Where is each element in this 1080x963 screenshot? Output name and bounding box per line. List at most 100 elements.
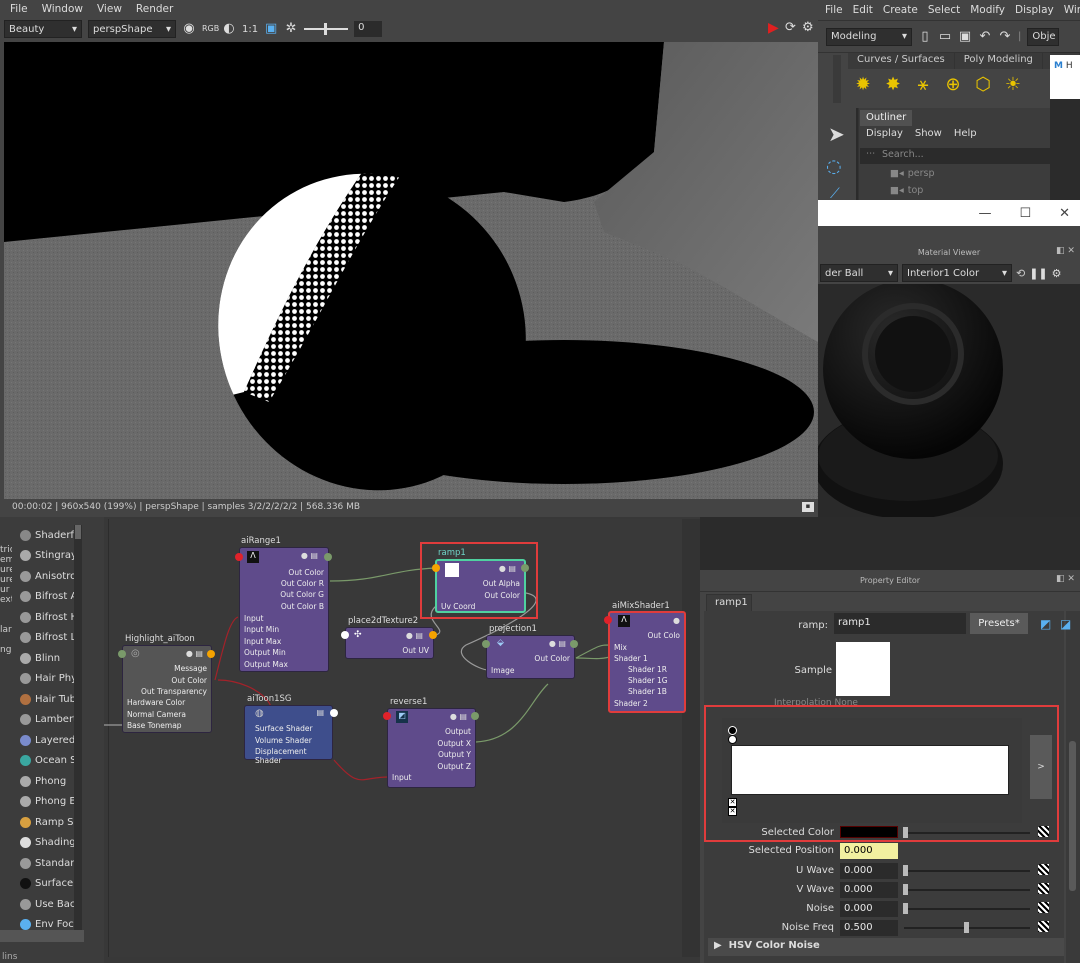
open-scene-icon[interactable]: ▭ <box>938 29 952 44</box>
shader-list-item[interactable]: Lambert <box>20 710 76 731</box>
node-input-dot[interactable] <box>383 712 391 720</box>
port-normal-camera[interactable]: Normal Camera <box>127 710 186 719</box>
map-button-icon[interactable] <box>1038 902 1049 913</box>
shader-list-item[interactable]: Bifrost A <box>20 587 76 608</box>
port-shader1g[interactable]: Shader 1G <box>628 676 668 685</box>
port-out-color-b[interactable]: Out Color B <box>281 602 324 611</box>
port-uv-coord[interactable]: Uv Coord <box>441 602 475 611</box>
port-input-min[interactable]: Input Min <box>244 625 279 634</box>
node-output-dot[interactable] <box>471 712 479 720</box>
exposure-slider[interactable] <box>304 23 349 35</box>
port-mix[interactable]: Mix <box>614 643 627 652</box>
port-out-color[interactable]: Out Color <box>484 591 520 600</box>
shader-list-item[interactable]: Layered <box>20 730 76 751</box>
node-input-dot[interactable] <box>604 616 612 624</box>
port-base-tonemap[interactable]: Base Tonemap <box>127 721 182 730</box>
settings-icon[interactable]: ⚙ <box>1052 267 1062 280</box>
port-message[interactable]: Message <box>174 664 207 673</box>
outliner-menu-help[interactable]: Help <box>954 128 977 139</box>
node-input-dot[interactable] <box>341 631 349 639</box>
port-out-color[interactable]: Out Color <box>171 676 207 685</box>
port-out-color-r[interactable]: Out Color R <box>281 579 324 588</box>
new-scene-icon[interactable]: ▯ <box>918 29 932 44</box>
noise-field[interactable]: 0.000 <box>840 901 898 917</box>
shader-list-item[interactable]: Phong E <box>20 792 76 813</box>
port-out-transparency[interactable]: Out Transparency <box>141 687 207 696</box>
node-input-dot[interactable] <box>235 553 243 561</box>
node-display-icons[interactable]: ● <box>673 616 680 625</box>
outliner-item-top[interactable]: ■◂ top <box>890 185 923 196</box>
ramp-name-field[interactable]: ramp1 <box>834 613 966 634</box>
crop-region-icon[interactable]: ▣ <box>264 22 278 36</box>
scrollbar-thumb[interactable] <box>75 525 81 539</box>
object-mode-dropdown[interactable]: Obje <box>1027 27 1060 46</box>
node-aimix[interactable]: Λ ● Out Colo Mix Shader 1 Shader 1R Shad… <box>608 611 686 713</box>
rgb-icon[interactable]: RGB <box>202 22 219 36</box>
node-editor-scrollbar[interactable] <box>682 519 700 957</box>
port-volume-shader[interactable]: Volume Shader <box>255 736 312 745</box>
redo-icon[interactable]: ↷ <box>998 29 1012 44</box>
node-display-icons[interactable]: ● ▤ <box>406 631 423 640</box>
port-shader1[interactable]: Shader 1 <box>614 654 648 663</box>
panel-float-close-icons[interactable]: ◧ ✕ <box>1056 246 1075 256</box>
port-out-alpha[interactable]: Out Alpha <box>483 579 520 588</box>
shader-list-item[interactable]: Bifrost H <box>20 607 76 628</box>
shader-list-item[interactable]: Blinn <box>20 648 76 669</box>
nurbs-cylinder-icon[interactable]: ☀ <box>1002 74 1024 96</box>
select-tool-icon[interactable]: ➤ <box>828 122 845 146</box>
category-label[interactable] <box>0 635 12 645</box>
aov-dropdown[interactable]: Beauty ▾ <box>4 20 82 38</box>
slider-handle[interactable] <box>903 827 908 838</box>
map-button-icon[interactable] <box>1038 883 1049 894</box>
port-out-uv[interactable]: Out UV <box>402 646 429 655</box>
lasso-tool-icon[interactable]: ◌ <box>826 156 842 177</box>
node-display-icons[interactable]: ● ▤ <box>301 551 318 560</box>
node-display-icons[interactable]: ● ▤ <box>549 639 566 648</box>
port-output-max[interactable]: Output Max <box>244 660 288 669</box>
maximize-icon[interactable]: ☐ <box>1019 206 1031 221</box>
port-out-color[interactable]: Out Color <box>288 568 324 577</box>
node-display-icons[interactable]: ▤ <box>316 708 324 717</box>
node-output-dot[interactable] <box>330 709 338 717</box>
nurbs-globe-icon[interactable]: ⊕ <box>942 74 964 96</box>
category-label[interactable]: lar <box>0 625 12 635</box>
shader-list-item[interactable]: Shaderf <box>20 525 76 546</box>
port-output-y[interactable]: Output Y <box>438 750 471 759</box>
v-wave-slider[interactable] <box>904 889 1030 891</box>
node-input-dot[interactable] <box>118 650 126 658</box>
shader-list-item[interactable]: Phong <box>20 771 76 792</box>
selected-color-swatch[interactable] <box>840 826 898 838</box>
category-label[interactable] <box>0 605 12 615</box>
snapshot-icon[interactable]: ▪ <box>802 502 814 512</box>
shader-list-item[interactable]: Ramp S <box>20 812 76 833</box>
map-button-icon[interactable] <box>1038 826 1049 837</box>
shader-list-item[interactable]: Standar <box>20 853 76 874</box>
outliner-search-input[interactable]: ⋯ Search... <box>860 148 1050 164</box>
ramp-gradient-bar[interactable] <box>731 745 1009 795</box>
category-label[interactable]: ure <box>0 575 12 585</box>
shader-list-item[interactable]: Hair Phy <box>20 669 76 690</box>
refresh-icon[interactable]: ⟲ <box>1016 267 1025 280</box>
shader-list-item[interactable]: Surface <box>20 874 76 895</box>
category-label[interactable]: tric <box>0 545 12 555</box>
settings-icon[interactable]: ⚙ <box>802 20 814 35</box>
pause-icon[interactable]: ❚❚ <box>1029 267 1047 280</box>
rv-menu-view[interactable]: View <box>97 3 122 15</box>
shader-list-item[interactable]: Shading <box>20 833 76 854</box>
port-out-color-g[interactable]: Out Color G <box>280 590 324 599</box>
node-output-dot[interactable] <box>207 650 215 658</box>
port-input[interactable]: Input <box>244 614 263 623</box>
camera-dropdown[interactable]: perspShape ▾ <box>88 20 176 38</box>
nurbs-circle-icon[interactable]: ✹ <box>852 74 874 96</box>
undo-icon[interactable]: ↶ <box>978 29 992 44</box>
node-display-icons[interactable]: ● ▤ <box>450 712 467 721</box>
shelf-gear[interactable] <box>833 55 841 103</box>
port-input-max[interactable]: Input Max <box>244 637 281 646</box>
port-surface-shader[interactable]: Surface Shader <box>255 724 313 733</box>
exposure-icon[interactable]: ✲ <box>284 22 298 36</box>
shader-list-hscroll[interactable] <box>0 930 84 942</box>
hsv-color-noise-section[interactable]: ▶ HSV Color Noise <box>708 938 1064 956</box>
slider-handle[interactable] <box>964 922 969 933</box>
u-wave-field[interactable]: 0.000 <box>840 863 898 879</box>
slider-handle[interactable] <box>903 865 908 876</box>
